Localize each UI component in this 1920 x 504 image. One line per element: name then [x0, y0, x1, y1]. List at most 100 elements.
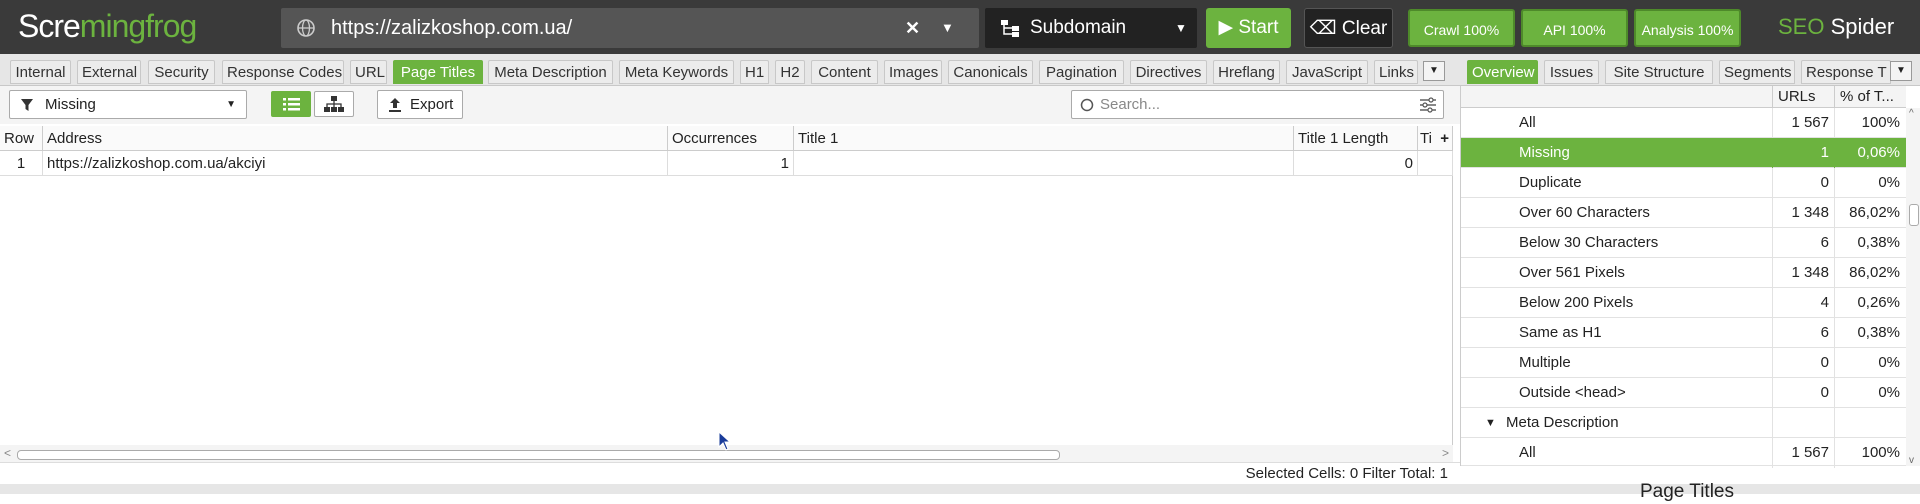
- table-cell-title-1[interactable]: [794, 151, 1294, 176]
- tab-directives[interactable]: Directives: [1130, 60, 1207, 84]
- more-right-tabs-icon[interactable]: ▼: [1890, 61, 1912, 81]
- clear-url-icon[interactable]: ✕: [905, 8, 920, 48]
- tab-site-structure[interactable]: Site Structure: [1605, 60, 1713, 84]
- clear-button[interactable]: ⌫ Clear: [1304, 8, 1393, 48]
- column-header-title-truncated[interactable]: Ti +: [1418, 126, 1453, 151]
- tab-issues[interactable]: Issues: [1544, 60, 1599, 84]
- search-input[interactable]: Search...: [1071, 90, 1444, 119]
- url-text[interactable]: https://zalizkoshop.com.ua/: [331, 8, 572, 48]
- table-cell-title-1-length[interactable]: 0: [1294, 151, 1418, 176]
- tab-pagination[interactable]: Pagination: [1039, 60, 1124, 84]
- crawl-progress-button[interactable]: Crawl 100%: [1408, 9, 1515, 47]
- horizontal-scroll-thumb[interactable]: [17, 450, 1060, 460]
- overview-row-same-as-h1[interactable]: Same as H1 6 0,38%: [1461, 318, 1906, 348]
- sliders-icon[interactable]: [1419, 97, 1437, 113]
- tab-url[interactable]: URL: [350, 60, 387, 84]
- overview-row-multiple[interactable]: Multiple 0 0%: [1461, 348, 1906, 378]
- overview-section-label: Meta Description: [1506, 414, 1619, 431]
- column-header-title-1-length[interactable]: Title 1 Length: [1294, 126, 1418, 151]
- analysis-progress-button[interactable]: Analysis 100%: [1634, 9, 1741, 47]
- scroll-down-icon[interactable]: v: [1909, 455, 1914, 466]
- bottom-splitter[interactable]: [0, 484, 1920, 494]
- overview-row-urls: 1: [1772, 138, 1834, 168]
- tab-response-times[interactable]: Response T: [1801, 60, 1891, 84]
- api-progress-button[interactable]: API 100%: [1521, 9, 1628, 47]
- overview-row-urls: 4: [1772, 288, 1834, 318]
- overview-row-over-60-characters[interactable]: Over 60 Characters 1 348 86,02%: [1461, 198, 1906, 228]
- column-header-occurrences[interactable]: Occurrences: [668, 126, 794, 151]
- filter-dropdown[interactable]: Missing ▼: [9, 90, 247, 119]
- seo-spider-title: SEO Spider: [1778, 0, 1894, 54]
- overview-row-over-561-pixels[interactable]: Over 561 Pixels 1 348 86,02%: [1461, 258, 1906, 288]
- table-cell-occurrences[interactable]: 1: [668, 151, 794, 176]
- hierarchy-icon: [324, 96, 344, 112]
- chevron-down-icon: ▼: [226, 99, 236, 110]
- tab-page-titles[interactable]: Page Titles: [393, 60, 483, 84]
- url-history-dropdown-icon[interactable]: ▼: [941, 8, 954, 48]
- vertical-scrollbar[interactable]: ^ v: [1906, 108, 1920, 466]
- overview-row-below-200-pixels[interactable]: Below 200 Pixels 4 0,26%: [1461, 288, 1906, 318]
- tab-content[interactable]: Content: [811, 60, 878, 84]
- tab-response-codes[interactable]: Response Codes: [222, 60, 344, 84]
- tab-h1[interactable]: H1: [740, 60, 769, 84]
- overview-col-urls[interactable]: URLs: [1778, 86, 1816, 108]
- column-header-address[interactable]: Address: [43, 126, 668, 151]
- overview-row-duplicate[interactable]: Duplicate 0 0%: [1461, 168, 1906, 198]
- start-label: Start: [1238, 17, 1279, 38]
- overview-col-percent[interactable]: % of T...: [1840, 86, 1894, 108]
- tab-javascript[interactable]: JavaScript: [1286, 60, 1368, 84]
- overview-row-below-30-characters[interactable]: Below 30 Characters 6 0,38%: [1461, 228, 1906, 258]
- scroll-right-icon[interactable]: >: [1442, 446, 1449, 460]
- tab-links[interactable]: Links: [1374, 60, 1418, 84]
- overview-row-urls: 1 348: [1772, 198, 1834, 228]
- sitemap-icon: [1001, 20, 1019, 37]
- data-grid: Row Address Occurrences Title 1 Title 1 …: [0, 126, 1453, 466]
- overview-row-label: Duplicate: [1519, 174, 1582, 191]
- tab-segments[interactable]: Segments: [1719, 60, 1795, 84]
- tab-security[interactable]: Security: [148, 60, 215, 84]
- overview-row-label: Over 561 Pixels: [1519, 264, 1625, 281]
- table-cell-title-truncated[interactable]: [1418, 151, 1453, 176]
- table-cell-address[interactable]: https://zalizkoshop.com.ua/akciyi: [43, 151, 668, 176]
- collapse-triangle-icon[interactable]: ▼: [1485, 408, 1496, 438]
- scroll-up-icon[interactable]: ^: [1909, 108, 1914, 119]
- overview-row-missing[interactable]: Missing 1 0,06%: [1461, 138, 1906, 168]
- screaming-frog-logo: Scremingfrog: [18, 6, 197, 46]
- start-button[interactable]: ▶ Start: [1206, 8, 1291, 48]
- scroll-left-icon[interactable]: <: [4, 446, 11, 460]
- column-header-row[interactable]: Row: [0, 126, 43, 151]
- overview-row-percent: 0,26%: [1834, 288, 1906, 318]
- crawl-mode-dropdown[interactable]: Subdomain ▼: [985, 8, 1197, 48]
- export-button[interactable]: Export: [377, 90, 463, 119]
- more-tabs-icon[interactable]: ▼: [1423, 61, 1445, 81]
- vertical-scroll-thumb[interactable]: [1909, 204, 1919, 226]
- overview-row-label: Over 60 Characters: [1519, 204, 1650, 221]
- overview-row-meta-all[interactable]: All 1 567 100%: [1461, 438, 1906, 468]
- tab-meta-description[interactable]: Meta Description: [488, 60, 613, 84]
- mouse-cursor-icon: [718, 431, 732, 451]
- filter-value: Missing: [45, 96, 96, 113]
- tab-images[interactable]: Images: [884, 60, 942, 84]
- overview-row-urls: 1 567: [1772, 108, 1834, 138]
- overview-panel: URLs % of T... All 1 567 100% Missing 1 0,06…: [1460, 86, 1920, 468]
- export-label: Export: [410, 96, 454, 113]
- overview-row-urls: 1 567: [1772, 438, 1834, 468]
- tab-canonicals[interactable]: Canonicals: [948, 60, 1033, 84]
- list-view-button[interactable]: [271, 91, 311, 117]
- table-cell-row[interactable]: 1: [0, 151, 43, 176]
- tab-external[interactable]: External: [77, 60, 141, 84]
- seo-label: SEO: [1778, 14, 1825, 39]
- tab-overview[interactable]: Overview: [1467, 60, 1538, 84]
- tab-hreflang[interactable]: Hreflang: [1213, 60, 1280, 84]
- column-header-title-1[interactable]: Title 1: [794, 126, 1294, 151]
- tab-meta-keywords[interactable]: Meta Keywords: [619, 60, 734, 84]
- tree-view-button[interactable]: [314, 91, 354, 117]
- tab-h2[interactable]: H2: [775, 60, 805, 84]
- add-column-icon[interactable]: +: [1440, 126, 1449, 150]
- overview-section-meta-description[interactable]: ▼ Meta Description: [1461, 408, 1906, 438]
- overview-row-outside-head[interactable]: Outside <head> 0 0%: [1461, 378, 1906, 408]
- overview-row-all[interactable]: All 1 567 100%: [1461, 108, 1906, 138]
- tab-internal[interactable]: Internal: [10, 60, 71, 84]
- overview-row-label: Below 200 Pixels: [1519, 294, 1634, 311]
- url-input[interactable]: https://zalizkoshop.com.ua/ ✕ ▼: [281, 8, 979, 48]
